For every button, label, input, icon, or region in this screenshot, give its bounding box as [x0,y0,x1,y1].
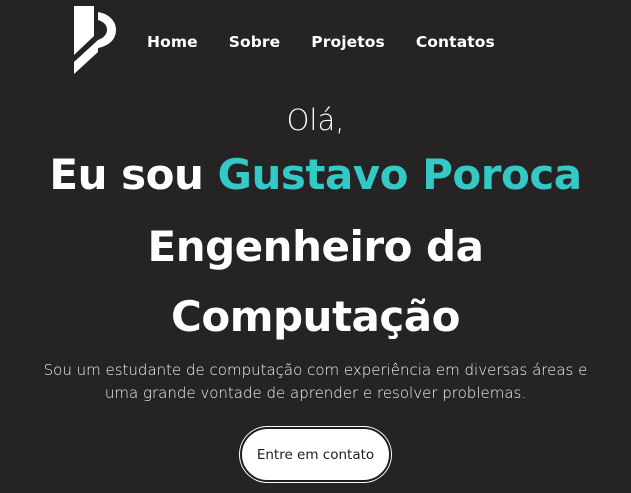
main-nav: Home Sobre Projetos Contatos [147,33,526,51]
p-logo-icon[interactable] [74,6,116,76]
hero-role-line1: Engenheiro da [147,222,484,271]
nav-link-contatos[interactable]: Contatos [416,33,495,51]
page: Home Sobre Projetos Contatos Olá, Eu sou… [0,0,631,493]
nav-link-home[interactable]: Home [147,33,198,51]
nav-link-projetos[interactable]: Projetos [311,33,385,51]
hero-description: Sou um estudante de computação com exper… [10,359,621,405]
hero-role-line2: Computação [171,292,460,341]
hero-greeting: Olá, [286,103,345,137]
description-line1: Sou um estudante de computação com exper… [43,361,588,379]
hero-name: Gustavo Poroca [217,150,583,199]
contact-button[interactable]: Entre em contato [240,427,391,482]
description-line2: uma grande vontade de aprender e resolve… [104,384,527,402]
intro-prefix: Eu sou [49,150,218,199]
nav-link-sobre[interactable]: Sobre [229,33,281,51]
hero-intro: Eu sou Gustavo Poroca [0,150,631,199]
